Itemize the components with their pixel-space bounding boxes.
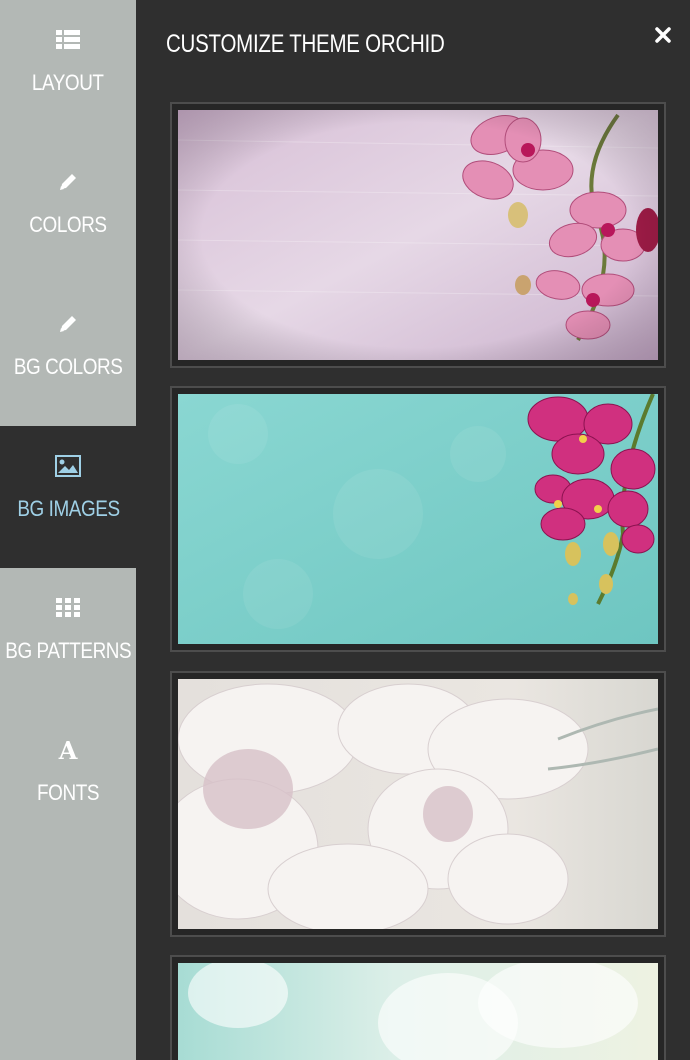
- sidebar-item-label: FONTS: [37, 780, 99, 805]
- list-icon: [53, 28, 83, 52]
- pencil-icon: [53, 170, 83, 194]
- sidebar-item-fonts[interactable]: A FONTS: [0, 710, 136, 852]
- sidebar-item-colors[interactable]: COLORS: [0, 142, 136, 284]
- close-icon: [655, 27, 671, 43]
- bg-image-thumbnail[interactable]: [170, 386, 666, 652]
- bg-image-thumbnail[interactable]: [170, 102, 666, 368]
- bg-image-thumbnail[interactable]: [170, 671, 666, 937]
- panel-title: CUSTOMIZE THEME ORCHID: [166, 30, 445, 58]
- bg-image-preview: [178, 679, 658, 929]
- customizer-sidebar: LAYOUT COLORS BG COLORS BG IMAGES BG PAT…: [0, 0, 136, 1060]
- bg-image-preview: [178, 394, 658, 644]
- sidebar-item-label: BG COLORS: [13, 354, 123, 379]
- bg-image-preview: [178, 963, 658, 1060]
- svg-text:A: A: [58, 737, 78, 763]
- sidebar-item-bg-patterns[interactable]: BG PATTERNS: [0, 568, 136, 710]
- pencil-icon: [53, 312, 83, 336]
- sidebar-item-bg-images[interactable]: BG IMAGES: [0, 426, 136, 568]
- close-button[interactable]: [652, 24, 674, 46]
- sidebar-item-layout[interactable]: LAYOUT: [0, 0, 136, 142]
- sidebar-item-label: BG PATTERNS: [5, 638, 131, 663]
- bg-image-thumbnail[interactable]: [170, 955, 666, 1060]
- font-icon: A: [53, 737, 83, 763]
- sidebar-item-label: COLORS: [29, 212, 107, 237]
- sidebar-item-bg-colors[interactable]: BG COLORS: [0, 284, 136, 426]
- grid-icon: [53, 596, 83, 620]
- image-icon: [53, 454, 83, 478]
- sidebar-item-label: BG IMAGES: [16, 496, 120, 521]
- bg-image-preview: [178, 110, 658, 360]
- sidebar-item-label: LAYOUT: [32, 70, 104, 95]
